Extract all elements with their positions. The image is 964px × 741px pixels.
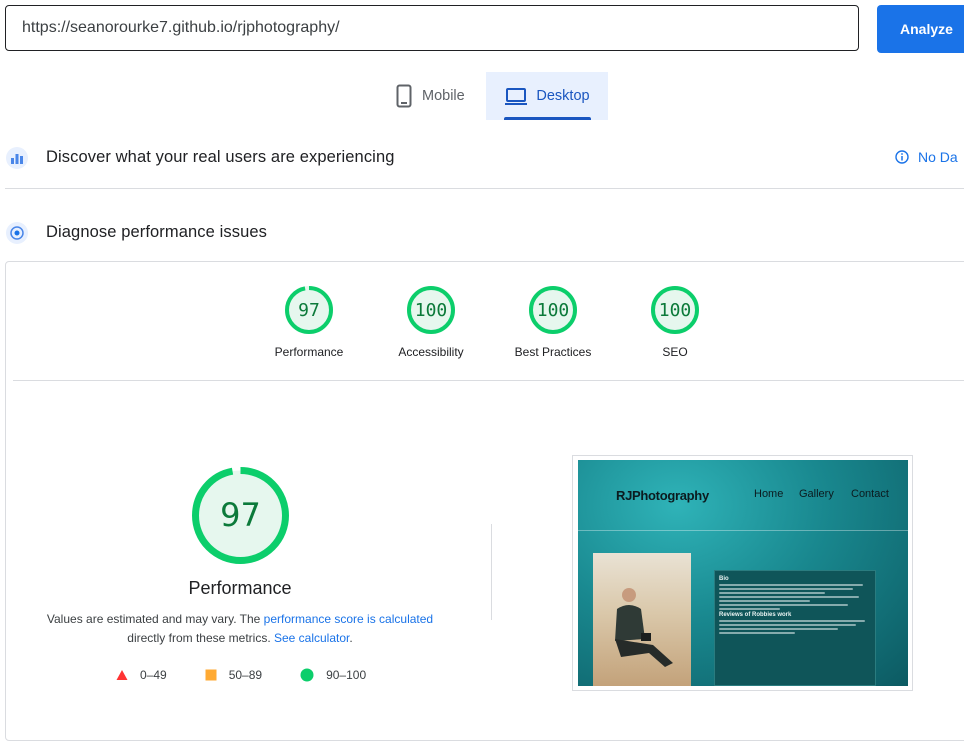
note-text: . <box>349 631 353 645</box>
gauge-ring: 100 <box>651 286 699 334</box>
performance-score-gauge: 97 <box>192 467 289 564</box>
gauge-label: SEO <box>662 345 688 359</box>
score-gauge-seo[interactable]: 100 SEO <box>625 285 725 359</box>
note-text: Values are estimated and may vary. The <box>46 612 264 626</box>
tab-selected-indicator <box>504 117 591 120</box>
section-divider <box>5 188 964 189</box>
scores-divider <box>13 380 964 381</box>
gauge-ring: 97 <box>285 286 333 334</box>
green-circle-icon <box>300 668 314 682</box>
performance-score-value: 97 <box>220 496 261 534</box>
tab-mobile-label: Mobile <box>422 88 465 104</box>
thumbnail-portrait-photo <box>593 553 691 686</box>
legend-item-pass: 90–100 <box>300 668 366 682</box>
thumbnail-reviews-heading: Reviews of Robbies work <box>719 612 792 618</box>
legend-item-average: 50–89 <box>205 668 262 682</box>
phone-icon <box>396 84 412 108</box>
gauge-label: Best Practices <box>514 345 592 359</box>
score-gauge-performance[interactable]: 97 Performance <box>259 285 359 359</box>
gauge-label: Accessibility <box>398 345 464 359</box>
see-calculator-link[interactable]: See calculator <box>274 631 349 645</box>
legend-range: 50–89 <box>228 668 263 682</box>
thumbnail-header-line <box>578 530 908 531</box>
legend-range: 0–49 <box>140 668 167 682</box>
score-gauge-accessibility[interactable]: 100 Accessibility <box>381 285 481 359</box>
note-text: directly from these metrics. <box>127 631 274 645</box>
red-triangle-icon <box>116 670 128 680</box>
gauge-ring: 100 <box>407 286 455 334</box>
gauge-ring: 100 <box>529 286 577 334</box>
crux-section-title: Discover what your real users are experi… <box>46 148 395 166</box>
score-legend: 0–49 50–89 90–100 <box>116 668 404 682</box>
no-data-notice[interactable]: No Da <box>895 149 958 165</box>
gauge-score: 97 <box>298 300 320 321</box>
url-input[interactable] <box>20 18 858 38</box>
performance-note: Values are estimated and may vary. The p… <box>40 610 440 648</box>
thumbnail-bio-panel: Bio Reviews of Robbies work <box>714 570 876 686</box>
tab-mobile[interactable]: Mobile <box>394 72 465 120</box>
gauge-score: 100 <box>537 300 570 321</box>
performance-title: Performance <box>188 578 292 598</box>
diagnose-icon <box>6 222 28 244</box>
url-field[interactable] <box>5 5 859 51</box>
thumbnail-brand: RJPhotography <box>616 488 709 503</box>
score-calculated-link[interactable]: performance score is calculated <box>264 612 433 626</box>
gauge-label: Performance <box>274 345 344 359</box>
diagnose-section-title: Diagnose performance issues <box>46 223 267 241</box>
laptop-icon <box>505 88 528 105</box>
orange-square-icon <box>205 669 217 681</box>
tab-desktop-label: Desktop <box>536 88 590 104</box>
score-gauge-best-practices[interactable]: 100 Best Practices <box>503 285 603 359</box>
person-photo-icon <box>593 553 691 686</box>
users-chart-icon <box>6 147 28 169</box>
legend-range: 90–100 <box>326 668 367 682</box>
thumbnail-nav-home: Home <box>754 488 784 500</box>
thumbnail-bio-heading: Bio <box>719 576 729 582</box>
gauge-score: 100 <box>415 300 448 321</box>
gauge-score: 100 <box>659 300 692 321</box>
tab-desktop[interactable]: Desktop <box>486 72 608 120</box>
info-icon <box>895 150 909 164</box>
thumbnail-nav-contact: Contact <box>851 488 889 500</box>
analyze-button[interactable]: Analyze <box>877 5 964 53</box>
vertical-divider <box>491 524 492 620</box>
no-data-label: No Da <box>918 149 958 165</box>
thumbnail-nav-gallery: Gallery <box>799 488 834 500</box>
legend-item-fail: 0–49 <box>116 668 167 682</box>
